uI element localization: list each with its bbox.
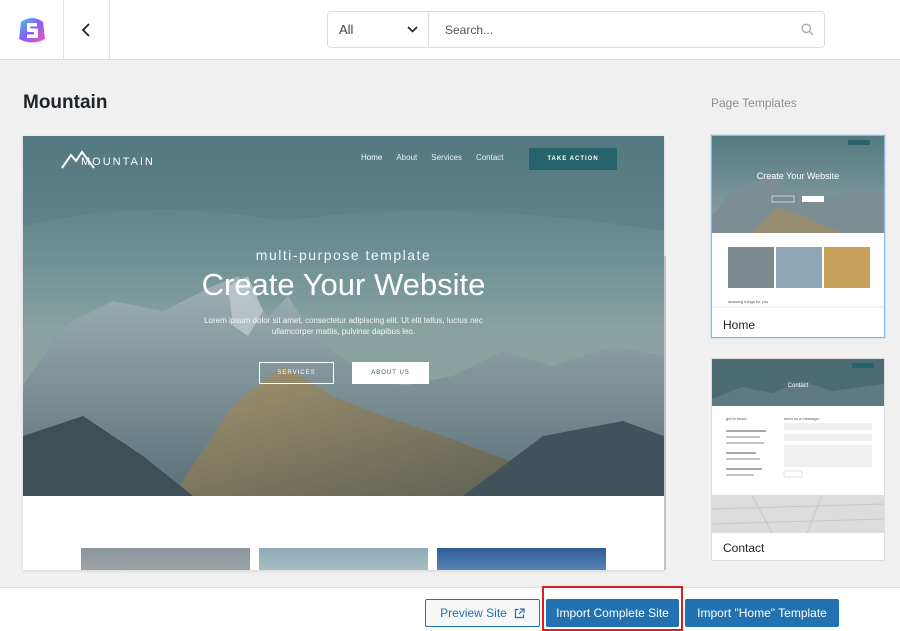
preview-card-image — [81, 548, 250, 570]
top-bar: All — [0, 0, 900, 60]
preview-site-button[interactable]: Preview Site — [425, 599, 540, 627]
import-complete-site-button[interactable]: Import Complete Site — [546, 599, 679, 627]
template-label-home: Home — [723, 318, 756, 332]
contact-thumbnail-col2: send us a message — [784, 416, 819, 421]
preview-nav-contact[interactable]: Contact — [476, 153, 504, 162]
preview-hero-body: Lorem ipsum dolor sit amet, consectetur … — [204, 316, 483, 336]
contact-thumbnail-title: Contact — [787, 383, 809, 389]
preview-take-action-button[interactable]: TAKE ACTION — [529, 148, 617, 170]
preview-nav-about[interactable]: About — [396, 153, 417, 162]
template-card-home[interactable]: Create Your Website amazing things for y… — [711, 135, 885, 338]
page-templates-heading: Page Templates — [711, 96, 797, 110]
template-card-contact[interactable]: Contact get in touch send us a message C… — [711, 358, 885, 561]
category-filter-value: All — [339, 22, 354, 37]
home-thumbnail-caption: amazing things for you — [728, 299, 769, 304]
preview-kicker: multi-purpose template — [255, 247, 432, 263]
import-home-template-button[interactable]: Import "Home" Template — [685, 599, 839, 627]
preview-card-image — [259, 548, 428, 570]
home-thumbnail-title: Create Your Website — [756, 171, 840, 181]
preview-hero-title: Create Your Website — [201, 267, 486, 302]
preview-card-image — [437, 548, 606, 570]
category-filter-select[interactable]: All — [328, 12, 429, 47]
site-preview[interactable]: MOUNTAIN Home About Services Contact TAK… — [23, 136, 664, 570]
home-template-thumbnail: Create Your Website amazing things for y… — [712, 136, 884, 308]
bottom-action-bar: Preview Site Import Complete Site Import… — [0, 587, 900, 631]
template-label-contact: Contact — [723, 541, 765, 555]
preview-nav: Home About Services Contact — [361, 153, 504, 162]
preview-scrollbar[interactable] — [664, 256, 666, 570]
preview-logo: MOUNTAIN — [61, 149, 155, 169]
preview-logo-text: MOUNTAIN — [81, 156, 155, 168]
search-input[interactable] — [429, 12, 790, 47]
search-icon[interactable] — [790, 12, 824, 47]
chevron-down-icon — [407, 26, 418, 33]
back-button[interactable] — [64, 0, 110, 59]
preview-services-button[interactable]: SERVICES — [259, 362, 334, 384]
logo-icon — [18, 17, 45, 42]
preview-about-us-button[interactable]: ABOUT US — [352, 362, 429, 384]
contact-template-thumbnail: Contact get in touch send us a message — [712, 359, 884, 533]
preview-site-label: Preview Site — [440, 606, 507, 620]
preview-hero: MOUNTAIN Home About Services Contact TAK… — [23, 136, 664, 496]
preview-nav-services[interactable]: Services — [431, 153, 462, 162]
app-logo — [0, 0, 64, 59]
contact-thumbnail-col1: get in touch — [726, 416, 747, 421]
preview-nav-home[interactable]: Home — [361, 153, 382, 162]
chevron-left-icon — [81, 22, 90, 37]
external-link-icon — [514, 607, 525, 618]
search-bar: All — [327, 11, 825, 48]
page-title: Mountain — [23, 92, 108, 113]
